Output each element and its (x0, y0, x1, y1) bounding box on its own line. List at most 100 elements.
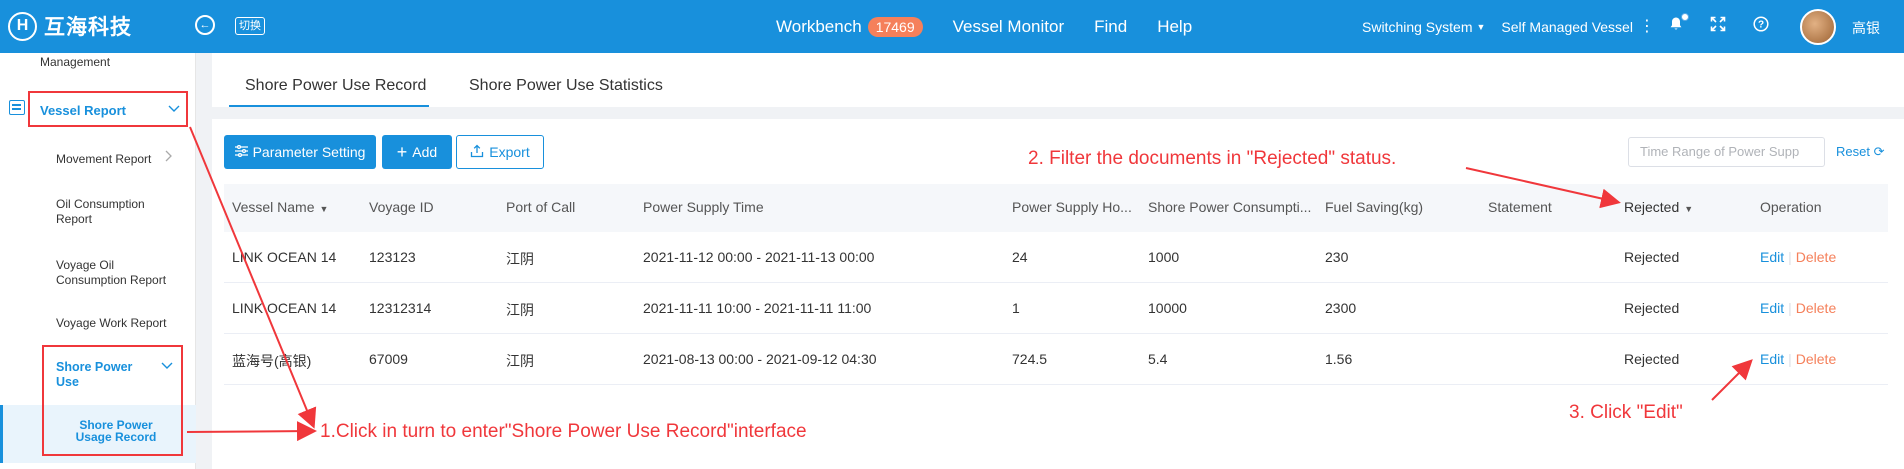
cell-shore-power-consumption: 10000 (1148, 300, 1187, 316)
cell-port-of-call: 江阴 (506, 251, 534, 267)
separator: | (1788, 300, 1792, 316)
nav-workbench[interactable]: Workbench 17469 (776, 16, 923, 37)
sliders-icon (234, 144, 248, 160)
cell-operation: Edit | Delete (1760, 351, 1836, 367)
more-vertical-icon: ⋮ (1638, 17, 1655, 35)
chevron-down-icon[interactable] (160, 358, 174, 375)
calendar-icon (9, 100, 25, 115)
annotation-step1: 1.Click in turn to enter"Shore Power Use… (320, 421, 807, 442)
cell-power-supply-hours: 24 (1012, 249, 1028, 265)
switch-button[interactable]: 切换 (235, 17, 265, 35)
self-managed-vessel-dropdown[interactable]: Self Managed Vessel ⋮ (1501, 17, 1655, 35)
cell-status: Rejected (1624, 351, 1680, 367)
app-root: H 互海科技 ← 切换 Workbench 17469 Vessel Monit… (0, 0, 1904, 469)
notification-dot (1681, 13, 1689, 21)
tab-shore-power-use-record[interactable]: Shore Power Use Record (245, 77, 426, 95)
cell-operation: Edit | Delete (1760, 249, 1836, 265)
sidebar-item-voyage-work-report[interactable]: Voyage Work Report (56, 316, 167, 331)
sidebar-item-movement-report[interactable]: Movement Report (56, 152, 151, 167)
separator: | (1788, 351, 1792, 367)
sidebar-item-vessel-report[interactable]: Vessel Report (40, 103, 126, 118)
th-vessel-name-label: Vessel Name (232, 199, 315, 215)
bell-icon[interactable] (1667, 13, 1689, 34)
delete-link[interactable]: Delete (1796, 351, 1836, 367)
sidebar-item-voyage-oil-consumption-report[interactable]: Voyage Oil Consumption Report (56, 258, 176, 288)
switching-system-label: Switching System (1362, 18, 1473, 35)
refresh-icon: ⟳ (1873, 144, 1885, 159)
right-nav: Switching System ▼ Self Managed Vessel ⋮ (1362, 0, 1671, 53)
nav-workbench-label: Workbench (776, 16, 862, 36)
svg-text:?: ? (1758, 20, 1764, 31)
add-label: Add (412, 144, 438, 160)
sidebar-item-shore-power-usage-record[interactable]: Shore Power Usage Record (66, 419, 166, 443)
logo-text: 互海科技 (44, 16, 132, 39)
cell-power-supply-time: 2021-08-13 00:00 - 2021-09-12 04:30 (643, 351, 877, 367)
edit-link[interactable]: Edit (1760, 300, 1784, 316)
user-name[interactable]: 高银 (1852, 18, 1880, 38)
cell-fuel-saving: 1.56 (1325, 351, 1353, 367)
tab-shore-power-use-statistics[interactable]: Shore Power Use Statistics (469, 77, 663, 95)
status-filter-label: Rejected (1624, 199, 1680, 215)
cell-vessel-name: 蓝海号(高银) (232, 353, 312, 369)
parameter-setting-button[interactable]: Parameter Setting (224, 135, 376, 169)
caret-down-icon: ▼ (1476, 21, 1486, 32)
logo-mark: H (8, 11, 37, 41)
nav-vessel-monitor[interactable]: Vessel Monitor (953, 17, 1065, 37)
cell-power-supply-hours: 1 (1012, 300, 1020, 316)
avatar[interactable] (1800, 9, 1836, 45)
reset-button[interactable]: Reset ⟳ (1836, 144, 1885, 160)
help-icon[interactable]: ? (1752, 16, 1770, 34)
export-icon (470, 144, 484, 161)
export-button[interactable]: Export (456, 135, 544, 169)
cell-shore-power-consumption: 5.4 (1148, 351, 1168, 367)
logo: H 互海科技 (8, 11, 132, 41)
cell-power-supply-hours: 724.5 (1012, 351, 1048, 367)
chevron-down-icon[interactable] (167, 101, 181, 118)
annotation-step2: 2. Filter the documents in "Rejected" st… (1028, 148, 1397, 169)
sidebar-item-management[interactable]: Management (40, 55, 110, 70)
sidebar: Management Vessel Report Movement Report… (0, 53, 196, 469)
back-arrow-icon[interactable]: ← (195, 15, 215, 35)
parameter-setting-label: Parameter Setting (252, 144, 366, 160)
cell-operation: Edit | Delete (1760, 300, 1836, 316)
switching-system-dropdown[interactable]: Switching System ▼ (1362, 19, 1485, 35)
fullscreen-icon[interactable] (1709, 16, 1727, 34)
main-nav: Workbench 17469 Vessel Monitor Find Help (776, 0, 1222, 53)
caret-down-icon: ▼ (319, 204, 329, 214)
chevron-right-icon[interactable] (162, 149, 174, 166)
cell-voyage-id: 123123 (369, 249, 416, 265)
th-shore-power-consumption: Shore Power Consumpti... (1148, 199, 1312, 215)
top-bar: H 互海科技 ← 切换 Workbench 17469 Vessel Monit… (0, 0, 1904, 53)
edit-link[interactable]: Edit (1760, 249, 1784, 265)
nav-find[interactable]: Find (1094, 17, 1127, 37)
th-vessel-name[interactable]: Vessel Name ▼ (232, 199, 328, 215)
annotation-step3: 3. Click "Edit" (1569, 402, 1683, 423)
workbench-badge: 17469 (867, 16, 923, 37)
cell-power-supply-time: 2021-11-12 00:00 - 2021-11-13 00:00 (643, 249, 875, 265)
cell-port-of-call: 江阴 (506, 302, 534, 318)
self-managed-vessel-label: Self Managed Vessel (1501, 18, 1633, 35)
active-tab-indicator (229, 105, 429, 107)
plus-icon: + (396, 141, 408, 162)
cell-vessel-name: LINK OCEAN 14 (232, 300, 337, 316)
reset-label: Reset (1836, 144, 1870, 159)
edit-link[interactable]: Edit (1760, 351, 1784, 367)
delete-link[interactable]: Delete (1796, 249, 1836, 265)
cell-shore-power-consumption: 1000 (1148, 249, 1180, 265)
cell-status: Rejected (1624, 300, 1680, 316)
cell-port-of-call: 江阴 (506, 353, 534, 369)
cell-vessel-name: LINK OCEAN 14 (232, 249, 337, 265)
nav-help[interactable]: Help (1157, 17, 1192, 37)
caret-down-icon: ▼ (1684, 204, 1694, 214)
cell-voyage-id: 12312314 (369, 300, 432, 316)
th-statement: Statement (1488, 199, 1552, 215)
delete-link[interactable]: Delete (1796, 300, 1836, 316)
add-button[interactable]: + Add (382, 135, 452, 169)
th-power-supply-hours: Power Supply Ho... (1012, 199, 1132, 215)
th-operation: Operation (1760, 199, 1822, 215)
sidebar-item-shore-power-use[interactable]: Shore Power Use (56, 360, 146, 390)
time-range-input[interactable]: Time Range of Power Supp (1628, 137, 1825, 167)
th-power-supply-time: Power Supply Time (643, 199, 764, 215)
sidebar-item-oil-consumption-report[interactable]: Oil Consumption Report (56, 197, 166, 227)
status-filter[interactable]: Rejected ▼ (1624, 199, 1693, 215)
